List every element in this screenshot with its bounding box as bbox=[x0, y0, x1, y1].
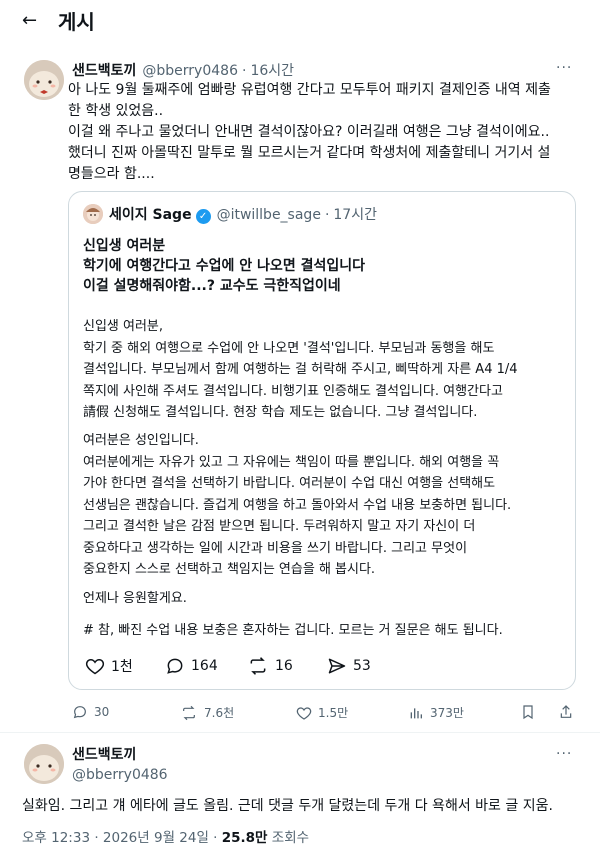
para-line: 중요한지 스스로 선택하고 책임지는 연습을 해 봅시다. bbox=[83, 562, 376, 577]
quote-author-handle: @itwillbe_sage bbox=[216, 207, 321, 223]
repost-count: 7.6천 bbox=[204, 706, 235, 720]
separator-dot: · bbox=[241, 63, 247, 79]
quote-avatar bbox=[83, 204, 103, 224]
post-timestamp[interactable]: 오후 12:33 · 2026년 9월 24일 · bbox=[22, 830, 222, 846]
separator-dot: · bbox=[324, 207, 330, 223]
top-bar: ← 게시 bbox=[0, 0, 600, 44]
post-author-row: 샌드백토끼 @bberry0486 · 16시간 bbox=[72, 62, 294, 80]
quote-author-row: 세이지 Sage ✓ @itwillbe_sage · 17시간 bbox=[109, 206, 377, 224]
quote-author-name: 세이지 Sage bbox=[109, 207, 192, 223]
more-options-icon[interactable]: ··· bbox=[556, 746, 572, 762]
para-line: 중요하다고 생각하는 일에 시간과 비용을 쓰기 바랍니다. 그리고 무엇이 bbox=[83, 540, 468, 556]
views-button[interactable]: 373만 bbox=[408, 704, 464, 721]
post-text: 아 나도 9월 둘째주에 엄빠랑 유럽여행 간다고 모두투어 패키지 결제인증 … bbox=[68, 80, 551, 185]
heart-icon bbox=[85, 658, 105, 675]
headline-line: 학기에 여행간다고 수업에 안 나오면 결석입니다 bbox=[83, 258, 365, 274]
para-line: 쪽지에 사인해 주셔도 결석입니다. 비행기표 인증해도 결석입니다. 여행간다… bbox=[83, 383, 503, 399]
post-line: 아 나도 9월 둘째주에 엄빠랑 유럽여행 간다고 모두투어 패키지 결제인증 … bbox=[68, 82, 551, 98]
share-count: 53 bbox=[353, 658, 371, 674]
reply-count: 30 bbox=[94, 705, 110, 719]
like-count: 1.5만 bbox=[318, 706, 349, 720]
avatar[interactable] bbox=[24, 744, 64, 784]
page-title: 게시 bbox=[58, 10, 95, 34]
quote-paragraph-2: 여러분은 성인입니다. 여러분에게는 자유가 있고 그 자유에는 책임이 따를 … bbox=[83, 430, 511, 581]
avatar[interactable] bbox=[24, 60, 64, 100]
reply-button[interactable]: 30 bbox=[72, 704, 109, 720]
repost-count: 16 bbox=[275, 658, 293, 674]
reply-icon bbox=[167, 658, 183, 674]
reply-icon bbox=[73, 706, 86, 719]
quote-paragraph-3: 언제나 응원할게요. bbox=[83, 591, 187, 606]
reply-count: 164 bbox=[191, 658, 218, 674]
quote-paragraph-1: 신입생 여러분, 학기 중 해외 여행으로 수업에 안 나오면 '결석'입니다.… bbox=[83, 316, 518, 424]
arrow-left-icon[interactable]: ← bbox=[22, 12, 37, 30]
author-name[interactable]: 샌드백토끼 bbox=[72, 746, 136, 764]
send-icon bbox=[328, 658, 346, 674]
headline-line: 신입생 여러분 bbox=[83, 238, 166, 254]
repost-icon bbox=[183, 705, 195, 720]
verified-badge-icon: ✓ bbox=[195, 209, 211, 224]
post-line: 한 학생 있었음.. bbox=[68, 103, 164, 119]
like-button[interactable]: 1.5만 bbox=[296, 704, 348, 721]
quote-headline: 신입생 여러분 학기에 여행간다고 수업에 안 나오면 결석입니다 이걸 설명해… bbox=[83, 236, 365, 296]
bar-chart-icon bbox=[410, 707, 422, 718]
like-count: 1천 bbox=[111, 659, 133, 675]
repost-icon bbox=[250, 657, 266, 675]
more-options-icon[interactable]: ··· bbox=[556, 60, 572, 76]
para-line: 여러분은 성인입니다. bbox=[83, 433, 199, 448]
heart-icon bbox=[296, 706, 312, 720]
para-line: 결석입니다. 부모님께서 함께 여행하는 걸 허락해 주시고, 삐딱하게 자른 … bbox=[83, 362, 518, 377]
para-line: 그리고 결석한 날은 감점 받으면 됩니다. 두려워하지 말고 자기 자신이 더 bbox=[83, 519, 476, 534]
para-line: 여러분에게는 자유가 있고 그 자유에는 책임이 따를 뿐입니다. 해외 여행을… bbox=[83, 454, 500, 470]
post-line: 명들으라 함.... bbox=[68, 166, 155, 182]
headline-line: 이걸 설명해줘야함...? 교수도 극한직업이네 bbox=[83, 278, 341, 294]
bookmark-icon[interactable] bbox=[520, 704, 542, 720]
author-name[interactable]: 샌드백토끼 bbox=[72, 62, 136, 80]
divider bbox=[0, 732, 600, 733]
author-handle[interactable]: @bberry0486 bbox=[142, 62, 238, 80]
quoted-post-card[interactable]: 세이지 Sage ✓ @itwillbe_sage · 17시간 신입생 여러분… bbox=[68, 191, 576, 690]
reply-button[interactable]: 164 bbox=[165, 656, 218, 676]
para-line: 신입생 여러분, bbox=[83, 319, 164, 334]
views-label: 조회수 bbox=[267, 830, 310, 846]
post-line: 했더니 진짜 아몰딱진 말투로 뭘 모르시는거 같다며 학생처에 제출할테니 거… bbox=[68, 145, 551, 161]
post-time[interactable]: 16시간 bbox=[250, 62, 294, 80]
para-line: 가야 한다면 결석을 선택하기 바랍니다. 여러분이 수업 대신 여행을 선택해… bbox=[83, 476, 496, 491]
post-line: 이걸 왜 주나고 물었더니 안내면 결석이잖아요? 이러길래 여행은 그냥 결석… bbox=[68, 124, 550, 140]
para-line: 請假 신청해도 결석입니다. 현장 학습 제도는 없습니다. 그냥 결석입니다. bbox=[83, 405, 478, 420]
post-author-handle-row: @bberry0486 bbox=[72, 766, 168, 784]
author-handle[interactable]: @bberry0486 bbox=[72, 766, 168, 784]
para-line: 선생님은 괜찮습니다. 즐겁게 여행을 하고 돌아와서 수업 내용 보충하면 됩… bbox=[83, 497, 512, 513]
repost-button[interactable]: 7.6천 bbox=[180, 704, 234, 721]
share-icon[interactable] bbox=[558, 704, 580, 720]
quote-time: 17시간 bbox=[333, 207, 377, 223]
quote-paragraph-4: # 참, 빠진 수업 내용 보충은 혼자하는 겁니다. 모르는 거 질문은 해도… bbox=[83, 623, 503, 638]
views-count: 373만 bbox=[430, 706, 464, 720]
views-count: 25.8만 bbox=[221, 830, 268, 846]
post-text: 실화임. 그리고 걔 에타에 글도 올림. 근데 댓글 두개 달렸는데 두개 다… bbox=[22, 798, 553, 814]
share-button[interactable]: 53 bbox=[327, 656, 371, 676]
repost-button[interactable]: 16 bbox=[247, 656, 293, 676]
post-author-name-row: 샌드백토끼 bbox=[72, 746, 136, 764]
like-button[interactable]: 1천 bbox=[85, 656, 133, 676]
para-line: 학기 중 해외 여행으로 수업에 안 나오면 '결석'입니다. 부모님과 동행을… bbox=[83, 340, 495, 356]
post-meta: 오후 12:33 · 2026년 9월 24일 · 25.8만 조회수 bbox=[22, 826, 309, 846]
